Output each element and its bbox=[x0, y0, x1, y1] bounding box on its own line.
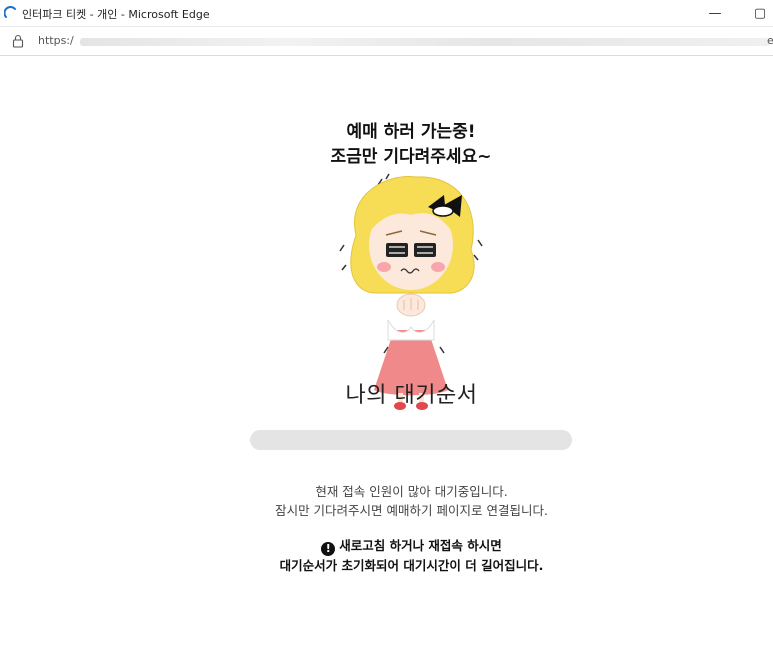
queue-title: 나의 대기순서 bbox=[345, 383, 478, 408]
info-line1: 현재 접속 인원이 많아 대기중입니다. bbox=[315, 484, 508, 499]
warning-text: ! 새로고침 하거나 재접속 하시면 대기순서가 초기화되어 대기시간이 더 길어… bbox=[0, 536, 773, 575]
queue-progress-bar bbox=[250, 430, 572, 450]
address-bar[interactable]: https:/ e bbox=[0, 26, 773, 56]
info-text: 현재 접속 인원이 많아 대기중입니다. 잠시만 기다려주시면 예매하기 페이지… bbox=[0, 482, 773, 520]
handwritten-text-line1: 예매 하러 가는중! bbox=[346, 122, 475, 142]
exclamation-icon: ! bbox=[321, 542, 336, 556]
maximize-button[interactable]: ▢ bbox=[740, 2, 773, 24]
warning-line1: 새로고침 하거나 재접속 하시면 bbox=[339, 538, 502, 553]
window-titlebar: 인터파크 티켓 - 개인 - Microsoft Edge — ▢ bbox=[0, 0, 773, 26]
url-redacted bbox=[80, 38, 770, 46]
loading-spinner-icon bbox=[4, 6, 16, 18]
handwritten-text-line2: 조금만 기다려주세요~ bbox=[331, 147, 492, 167]
url-suffix: e bbox=[767, 34, 773, 47]
lock-icon bbox=[12, 34, 24, 48]
url-prefix[interactable]: https:/ bbox=[38, 34, 74, 47]
window-title: 인터파크 티켓 - 개인 - Microsoft Edge bbox=[22, 8, 210, 21]
warning-line2: 대기순서가 초기화되어 대기시간이 더 길어집니다. bbox=[279, 558, 544, 573]
waiting-girl-illustration: 예매 하러 가는중! 조금만 기다려주세요~ bbox=[331, 122, 492, 410]
waiting-page: 예매 하러 가는중! 조금만 기다려주세요~ 나의 대기순서 현재 접속 인원이… bbox=[0, 55, 773, 646]
minimize-button[interactable]: — bbox=[695, 2, 735, 24]
info-line2: 잠시만 기다려주시면 예매하기 페이지로 연결됩니다. bbox=[275, 503, 548, 518]
